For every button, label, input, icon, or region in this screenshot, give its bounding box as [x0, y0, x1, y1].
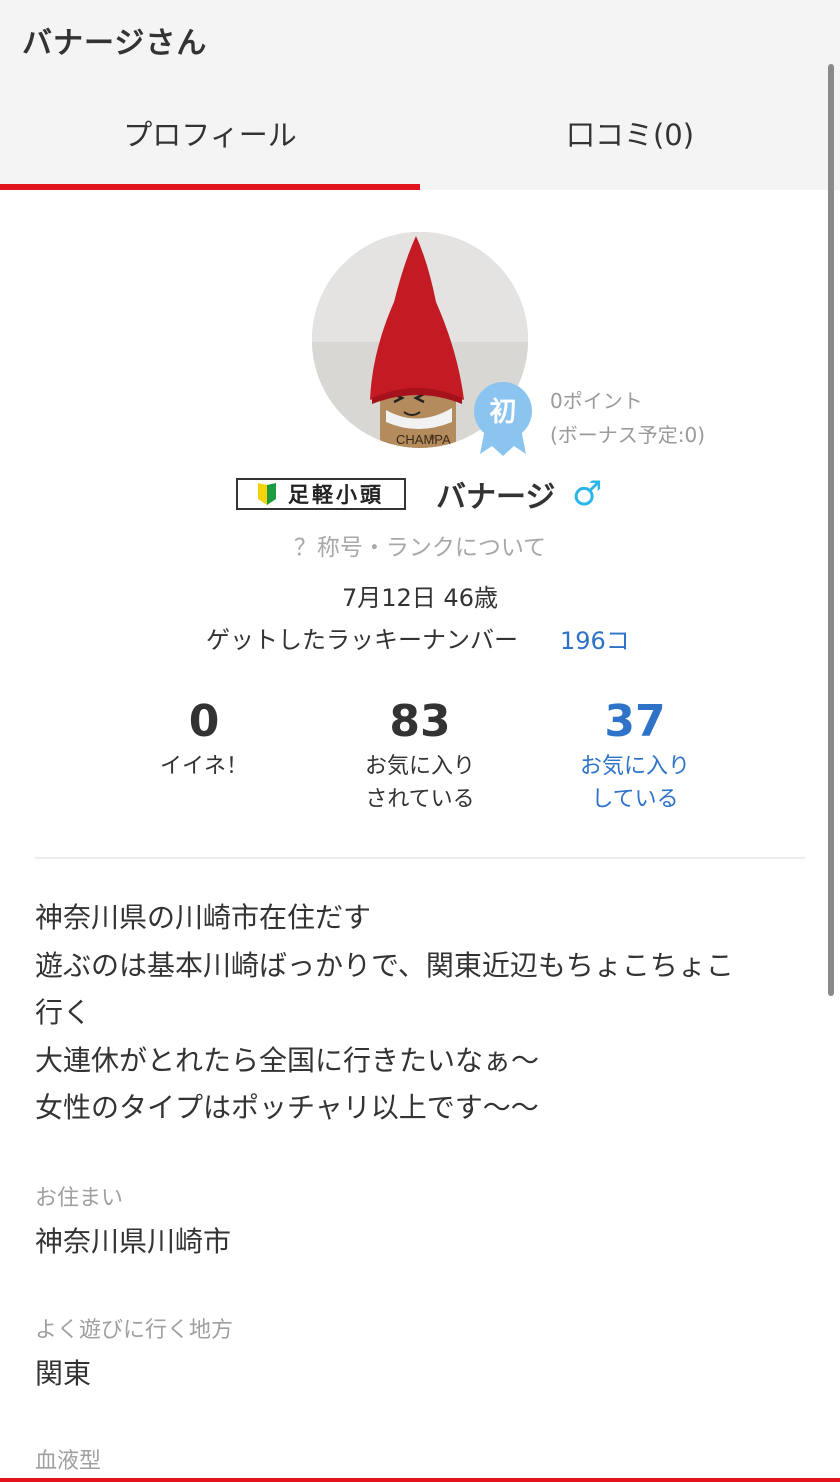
birthday-age: 7月12日 46歳: [342, 584, 498, 612]
beginner-mark-icon: [258, 483, 276, 505]
page-title: バナージさん: [22, 26, 208, 61]
bio-text: 神奈川県の川崎市在住だす 遊ぶのは基本川崎ばっかりで、関東近辺もちょこちょこ 行…: [35, 894, 805, 1132]
bio-line: 女性のタイプはポッチャリ以上です〜〜: [35, 1091, 539, 1124]
tab-profile[interactable]: プロフィール: [0, 84, 420, 190]
rank-badge-icon: 初: [474, 382, 532, 456]
stat-favorited-value: 83: [389, 696, 451, 747]
bonus-value: (ボーナス予定:0): [550, 423, 706, 447]
title-plate: 足軽小頭: [236, 478, 406, 510]
points-info: 0ポイント (ボーナス予定:0): [550, 384, 705, 452]
stat-likes-value: 0: [188, 696, 220, 747]
points-value: 0ポイント: [550, 389, 643, 413]
profile-page: バナージさん プロフィール 口コミ(0) CHAMPA 初 0ポイント (ボーナ…: [0, 0, 840, 1482]
top-header: バナージさん: [0, 0, 840, 84]
tab-bar: プロフィール 口コミ(0): [0, 84, 840, 190]
rank-badge-text: 初: [490, 397, 517, 428]
bio-line: 大連休がとれたら全国に行きたいなぁ〜: [35, 1043, 540, 1077]
field-value-region: 関東: [35, 1357, 92, 1390]
lucky-number-label: ゲットしたラッキーナンバー: [206, 626, 518, 654]
bottom-accent-bar: [0, 1478, 840, 1482]
rank-info-link[interactable]: ？称号・ランクについて: [0, 528, 840, 562]
lucky-number-count[interactable]: 196コ: [560, 621, 630, 656]
user-name: バナージ: [436, 480, 556, 515]
stat-favoriting[interactable]: 37 お気に入り している: [535, 694, 735, 816]
field-value-residence: 神奈川県川崎市: [35, 1225, 232, 1258]
title-plate-text: 足軽小頭: [288, 482, 384, 507]
field-label-blood-type: 血液型: [35, 1449, 102, 1474]
tab-reviews-label: 口コミ(0): [565, 118, 695, 152]
tab-reviews[interactable]: 口コミ(0): [420, 84, 840, 190]
male-icon: ♂: [572, 474, 603, 514]
stat-favoriting-label: お気に入り している: [579, 754, 690, 812]
stat-favoriting-value: 37: [604, 696, 666, 747]
divider: [35, 857, 805, 859]
field-label-region: よく遊びに行く地方: [35, 1318, 234, 1343]
svg-text:CHAMPA: CHAMPA: [396, 432, 451, 447]
bio-line: 行く: [35, 996, 92, 1029]
stat-favorited: 83 お気に入り されている: [320, 694, 520, 816]
bio-line: 遊ぶのは基本川崎ばっかりで、関東近辺もちょこちょこ: [35, 948, 734, 982]
bio-line: 神奈川県の川崎市在住だす: [35, 901, 372, 934]
stat-favorited-label: お気に入り されている: [364, 754, 475, 812]
stat-likes-label: イイネ！: [159, 754, 248, 779]
stat-likes: 0 イイネ！: [104, 694, 304, 783]
tab-profile-label: プロフィール: [123, 118, 297, 152]
field-label-residence: お住まい: [35, 1186, 124, 1211]
